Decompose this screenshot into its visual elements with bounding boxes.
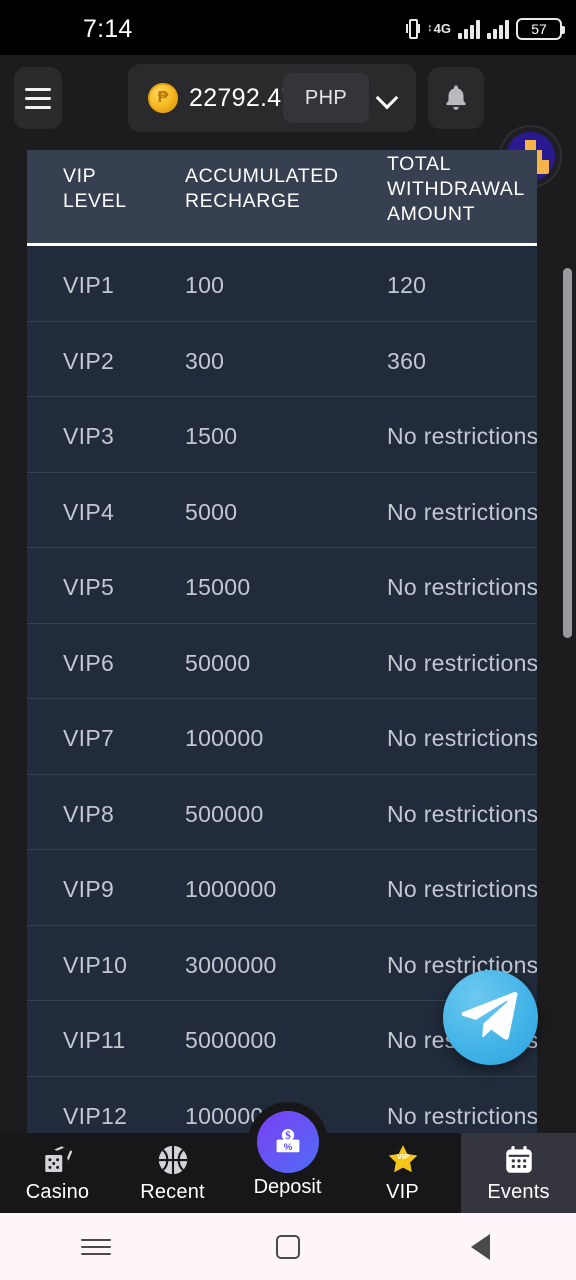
hamburger-menu-icon[interactable]	[14, 67, 62, 129]
cell-withdrawal: No restrictions	[387, 725, 537, 751]
table-row: VIP7 100000 No restrictions	[27, 699, 537, 775]
home-icon	[276, 1234, 300, 1259]
cell-level: VIP11	[63, 1027, 126, 1053]
status-bar-time: 7:14	[83, 15, 133, 43]
cell-level: VIP3	[63, 423, 115, 449]
cell-level: VIP6	[63, 649, 115, 676]
cell-withdrawal: No restrictions	[387, 876, 537, 902]
nav-item-events[interactable]: Events	[461, 1133, 576, 1213]
nav-label-vip: VIP	[386, 1180, 419, 1203]
nav-label-recent: Recent	[140, 1180, 205, 1203]
balance-pill[interactable]: ₱ 22792.47 PHP	[128, 64, 416, 132]
telegram-float-button[interactable]	[443, 970, 538, 1065]
cell-recharge: 500000	[185, 800, 264, 827]
deposit-icon: $ %	[276, 1128, 300, 1153]
android-recent-apps-button[interactable]	[51, 1224, 141, 1270]
cell-withdrawal: No restrictions	[387, 574, 537, 600]
column-header-vip-level: VIP LEVEL	[63, 165, 127, 212]
cell-withdrawal: No restrictions	[387, 423, 537, 449]
nav-label-deposit: Deposit	[253, 1176, 322, 1198]
vibrate-icon	[406, 19, 421, 39]
cell-level: VIP10	[63, 951, 128, 978]
cell-recharge: 3000000	[185, 951, 277, 978]
nav-label-events: Events	[487, 1180, 550, 1203]
cell-withdrawal: No restrictions	[387, 800, 537, 827]
cell-level: VIP12	[63, 1102, 128, 1129]
nav-label-casino: Casino	[25, 1180, 90, 1203]
table-row: VIP6 50000 No restrictions	[27, 623, 537, 699]
svg-text:%: %	[284, 1142, 293, 1153]
peso-coin-icon: ₱	[148, 83, 178, 113]
cell-level: VIP5	[63, 574, 115, 600]
column-header-accumulated-recharge: ACCUMULATED RECHARGE	[185, 165, 339, 212]
vip-star-text: VIP	[396, 1152, 408, 1161]
cell-recharge: 100	[185, 272, 225, 298]
cell-withdrawal: 360	[387, 347, 427, 374]
cell-recharge: 1000000	[185, 876, 277, 902]
cell-recharge: 5000000	[185, 1027, 277, 1053]
cell-withdrawal: No restrictions	[387, 649, 537, 676]
notification-bell-icon	[446, 85, 466, 110]
basketball-icon	[158, 1145, 187, 1174]
cell-withdrawal: 120	[387, 272, 427, 298]
table-row: VIP1 100 120	[27, 246, 537, 322]
recent-apps-icon	[81, 1234, 111, 1260]
status-bar-icons: ↕ 4G 57	[406, 18, 565, 40]
cell-recharge: 1500	[185, 423, 238, 449]
network-type-icon: ↕ 4G	[427, 21, 451, 36]
network-type-label: 4G	[433, 21, 451, 36]
cell-recharge: 300	[185, 347, 225, 374]
nav-item-vip[interactable]: VIP VIP	[345, 1133, 460, 1213]
signal-bars-icon-1	[458, 19, 480, 39]
nav-item-recent[interactable]: Recent	[115, 1133, 230, 1213]
android-back-button[interactable]	[435, 1224, 525, 1270]
battery-icon: 57	[516, 18, 565, 40]
balance-amount: 22792.47	[189, 83, 296, 112]
calendar-icon	[505, 1145, 532, 1173]
table-row: VIP4 5000 No restrictions	[27, 472, 537, 548]
cell-recharge: 100000	[185, 1102, 264, 1129]
status-bar: 7:14 ↕ 4G 57	[0, 0, 576, 55]
cell-level: VIP2	[63, 347, 115, 374]
table-row: VIP3 1500 No restrictions	[27, 397, 537, 473]
chevron-down-icon[interactable]	[378, 88, 398, 108]
cell-level: VIP7	[63, 725, 115, 751]
table-row: VIP9 1000000 No restrictions	[27, 850, 537, 926]
cell-withdrawal: No restrictions	[387, 498, 537, 525]
cell-level: VIP4	[63, 498, 115, 525]
notification-bell-button[interactable]	[428, 67, 484, 129]
currency-selector[interactable]: PHP	[283, 73, 369, 123]
phone-screen: 7:14 ↕ 4G 57 ₱ 22792.47 PHP VIP LEVEL AC…	[0, 0, 576, 1280]
cell-withdrawal: No restrictions	[387, 951, 537, 978]
app-header: ₱ 22792.47 PHP	[0, 55, 576, 188]
cell-withdrawal: No restrictions	[387, 1102, 537, 1129]
table-header-row: VIP LEVEL ACCUMULATED RECHARGE TOTAL WIT…	[27, 150, 537, 246]
signal-bars-icon-2	[487, 19, 509, 39]
cell-level: VIP9	[63, 876, 115, 902]
cell-level: VIP1	[63, 272, 115, 298]
cell-recharge: 5000	[185, 498, 238, 525]
vip-star-icon: VIP	[388, 1144, 417, 1172]
telegram-icon	[462, 992, 518, 1040]
back-icon	[470, 1233, 490, 1260]
dice-icon	[44, 1145, 72, 1172]
table-row: VIP5 15000 No restrictions	[27, 548, 537, 624]
cell-recharge: 15000	[185, 574, 251, 600]
android-navigation-bar	[0, 1213, 576, 1280]
table-row: VIP8 500000 No restrictions	[27, 774, 537, 850]
deposit-button[interactable]: $ %	[257, 1111, 319, 1173]
cell-level: VIP8	[63, 800, 115, 827]
vertical-scrollbar[interactable]	[563, 268, 572, 638]
cell-recharge: 100000	[185, 725, 264, 751]
table-row: VIP2 300 360	[27, 321, 537, 397]
android-home-button[interactable]	[243, 1224, 333, 1270]
column-header-total-withdrawal: TOTAL WITHDRAWAL AMOUNT	[387, 153, 525, 225]
battery-percent-label: 57	[531, 21, 547, 37]
cell-recharge: 50000	[185, 649, 251, 676]
nav-item-casino[interactable]: Casino	[0, 1133, 115, 1213]
